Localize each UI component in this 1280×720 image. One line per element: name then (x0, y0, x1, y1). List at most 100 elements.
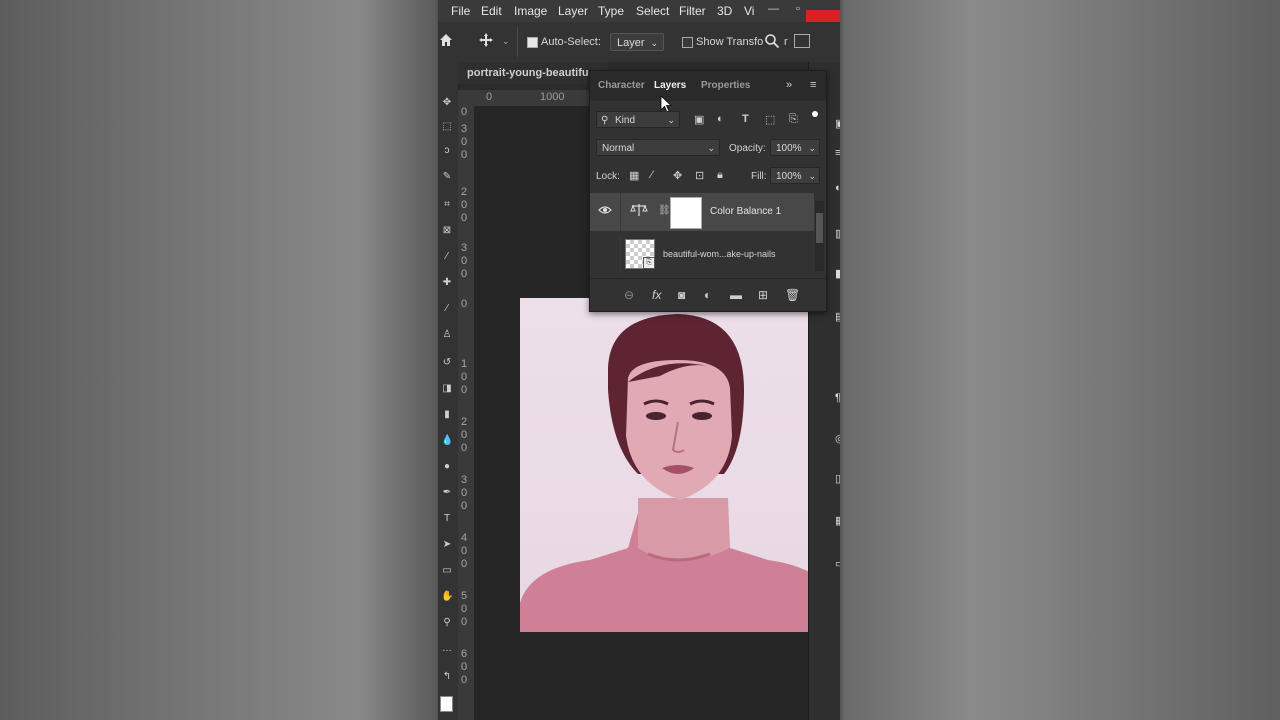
shape-tool-icon[interactable]: ▭ (441, 566, 453, 576)
adjustment-filter-icon[interactable]: ◐ (717, 113, 724, 125)
layers-scrollbar[interactable] (815, 201, 824, 271)
visibility-toggle[interactable] (598, 247, 610, 259)
menu-edit[interactable]: Edit (481, 4, 502, 18)
zoom-tool-icon[interactable]: ⚲ (441, 618, 453, 628)
move-tool-icon[interactable] (478, 32, 494, 51)
menu-select[interactable]: Select (636, 4, 669, 18)
document-tab[interactable]: portrait-young-beautifu (458, 62, 608, 84)
add-mask-icon[interactable]: ◙ (678, 288, 685, 302)
layer-row[interactable]: ⎘ beautiful-wom...ake-up-nails (590, 235, 814, 273)
lasso-tool-icon[interactable]: ↄ (441, 146, 453, 156)
new-adjustment-layer-icon[interactable]: ◐ (704, 288, 711, 302)
options-bar: ⌄ Auto-Select: Layer ⌄ Show Transfo r (438, 22, 840, 62)
frame-tool-icon[interactable]: ⊠ (441, 226, 453, 236)
fx-icon[interactable]: fx (652, 288, 661, 302)
show-transform-checkbox[interactable] (682, 37, 693, 48)
menu-layer[interactable]: Layer (558, 4, 588, 18)
home-icon[interactable] (438, 32, 454, 51)
channels-icon[interactable]: ▯ (835, 472, 840, 485)
eraser-tool-icon[interactable]: ◨ (441, 384, 453, 394)
brush-settings-icon[interactable]: ≡ (835, 147, 840, 159)
auto-select-dropdown[interactable]: Layer ⌄ (610, 33, 664, 51)
minimize-icon[interactable]: — (768, 3, 779, 15)
lock-artboard-icon[interactable]: ⊡ (695, 169, 704, 182)
marquee-tool-icon[interactable]: ⬚ (441, 122, 453, 132)
tab-character[interactable]: Character (598, 80, 645, 91)
fill-value: 100% (776, 171, 802, 182)
blend-mode-dropdown[interactable]: Normal ⌄ (596, 139, 720, 156)
blur-tool-icon[interactable]: 💧 (441, 436, 453, 446)
workspace-icon[interactable] (794, 34, 810, 48)
pixel-filter-icon[interactable]: ▣ (694, 113, 704, 126)
lock-image-pixels-icon[interactable]: ⁄ (651, 169, 653, 181)
eye-icon[interactable] (598, 205, 612, 218)
menu-view[interactable]: Vi (744, 4, 754, 18)
menu-image[interactable]: Image (514, 4, 547, 18)
chain-link-icon[interactable]: ⛓︎ (658, 205, 671, 216)
chevron-down-icon[interactable]: ⌄ (502, 36, 510, 47)
paragraph-icon[interactable]: ¶ (835, 392, 840, 404)
menu-file[interactable]: File (451, 4, 470, 18)
menu-3d[interactable]: 3D (717, 4, 732, 18)
properties-icon[interactable]: ▭ (835, 557, 840, 570)
gradient-tool-icon[interactable]: ▮ (441, 410, 453, 420)
lock-transparency-icon[interactable]: ▦ (629, 169, 639, 182)
chevron-down-icon: ⌄ (707, 143, 715, 153)
menu-filter[interactable]: Filter (679, 4, 706, 18)
glyphs-icon[interactable]: ◎ (835, 432, 840, 445)
pen-tool-icon[interactable]: ✒ (441, 488, 453, 498)
stamp-tool-icon[interactable]: ♙ (441, 330, 453, 340)
eyedropper-tool-icon[interactable]: ⁄ (441, 252, 453, 262)
type-filter-icon[interactable]: T (742, 113, 749, 125)
tab-properties[interactable]: Properties (701, 80, 750, 91)
portrait-image[interactable] (520, 298, 836, 632)
ruler-digit: 0 (461, 500, 468, 512)
healing-tool-icon[interactable]: ✚ (441, 278, 453, 288)
filter-toggle-icon[interactable] (812, 111, 818, 117)
ruler-digit: 3 (461, 123, 468, 135)
color-icon[interactable]: ◐ (835, 182, 840, 194)
swatches-icon[interactable]: ▥ (835, 227, 840, 240)
type-tool-icon[interactable]: T (441, 514, 453, 524)
edit-toolbar-icon[interactable]: … (441, 644, 453, 654)
brush-tool-icon[interactable]: ⁄ (441, 304, 453, 314)
opacity-field[interactable]: 100% ⌄ (770, 139, 820, 156)
quick-select-tool-icon[interactable]: ✎ (441, 172, 453, 182)
lock-position-icon[interactable]: ✥ (673, 169, 682, 182)
scrollbar-thumb[interactable] (816, 213, 823, 243)
auto-select-checkbox[interactable] (527, 37, 538, 48)
tab-layers[interactable]: Layers (654, 80, 686, 91)
libraries-icon[interactable]: ▤ (835, 310, 840, 323)
new-group-icon[interactable]: ▬ (730, 288, 742, 302)
move-tool-icon[interactable]: ✥ (441, 98, 453, 108)
path-select-tool-icon[interactable]: ➤ (441, 540, 453, 550)
history-brush-tool-icon[interactable]: ↺ (441, 358, 453, 368)
paths-icon[interactable]: ▦ (835, 514, 840, 527)
layer-mask-thumbnail[interactable] (670, 197, 702, 229)
ruler-label: 1000 (540, 91, 565, 103)
search-icon[interactable] (764, 33, 780, 52)
trash-icon[interactable]: 🗑︎ (785, 288, 800, 302)
adjustments-icon[interactable]: ◧ (835, 267, 840, 280)
link-layers-icon[interactable]: ⊖ (624, 288, 634, 302)
layer-name[interactable]: beautiful-wom...ake-up-nails (663, 249, 776, 259)
layer-name[interactable]: Color Balance 1 (710, 206, 781, 217)
layer-row[interactable]: ⛓︎ Color Balance 1 (590, 193, 814, 231)
menu-type[interactable]: Type (598, 4, 624, 18)
lock-all-icon[interactable]: 🔒︎ (717, 169, 723, 182)
ruler-digit: 0 (461, 199, 468, 211)
panel-menu-icon[interactable]: ≡ (810, 79, 816, 91)
smart-object-filter-icon[interactable]: ⎘ (789, 113, 798, 126)
swap-colors-icon[interactable]: ↰ (441, 672, 453, 682)
new-layer-icon[interactable]: ⊞ (758, 288, 768, 302)
dodge-tool-icon[interactable]: ● (441, 462, 453, 472)
shape-filter-icon[interactable]: ⬚ (765, 113, 775, 126)
filter-kind-dropdown[interactable]: ⚲ Kind ⌄ (596, 111, 680, 128)
collapse-panel-icon[interactable]: » (786, 79, 792, 91)
history-icon[interactable]: ▣ (835, 117, 840, 130)
foreground-color-swatch[interactable] (440, 696, 453, 712)
restore-icon[interactable]: ▫ (796, 3, 800, 15)
crop-tool-icon[interactable]: ⌗ (441, 200, 453, 210)
fill-field[interactable]: 100% ⌄ (770, 167, 820, 184)
hand-tool-icon[interactable]: ✋ (441, 592, 453, 602)
